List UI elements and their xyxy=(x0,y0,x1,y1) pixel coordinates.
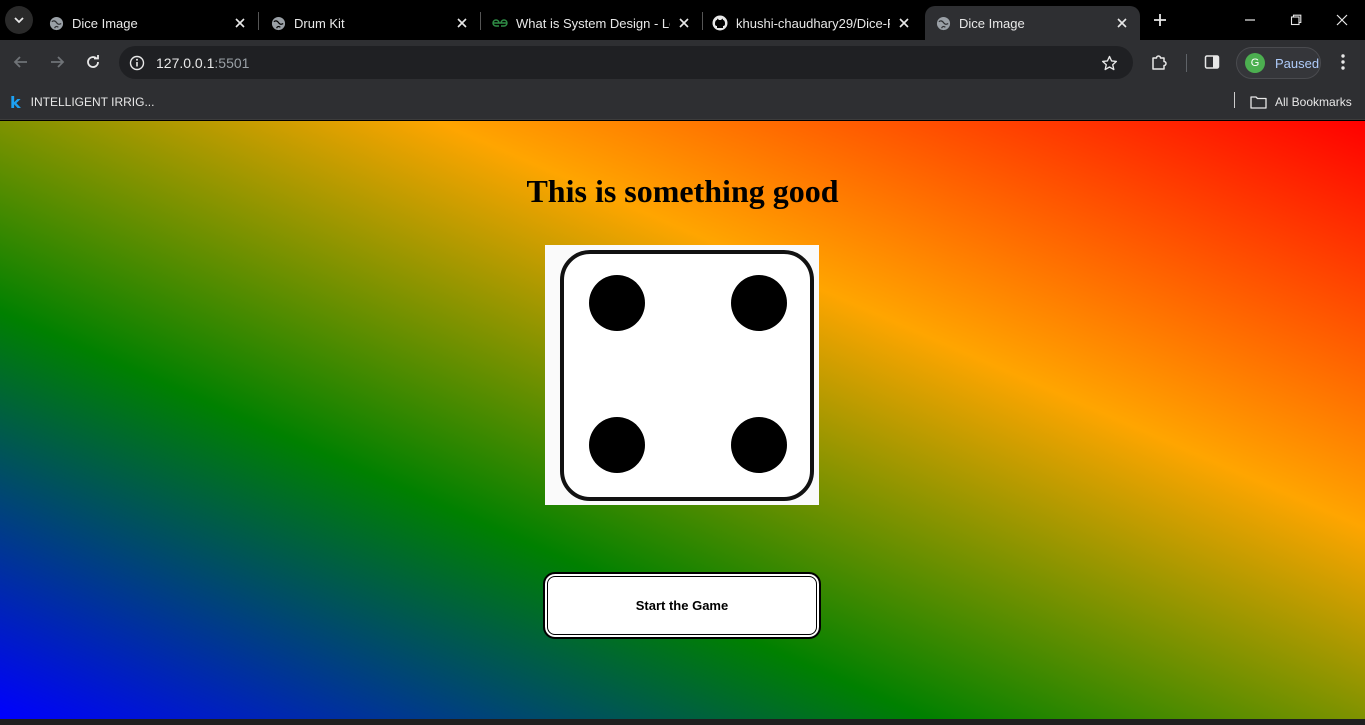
all-bookmarks-button[interactable]: All Bookmarks xyxy=(1250,92,1352,112)
page-heading: This is something good xyxy=(526,173,839,209)
site-info-icon[interactable] xyxy=(127,53,147,73)
k-logo-icon: k xyxy=(10,92,21,112)
menu-button[interactable] xyxy=(1332,51,1354,73)
bookmark-star-icon[interactable] xyxy=(1099,53,1119,73)
reload-button[interactable] xyxy=(81,50,105,74)
tab-drum-kit[interactable]: Drum Kit xyxy=(260,6,480,40)
tab-search-button[interactable] xyxy=(5,6,33,34)
reload-icon xyxy=(87,55,99,68)
plus-icon xyxy=(1154,14,1166,26)
url-host: 127.0.0.1 xyxy=(156,55,215,71)
avatar: G xyxy=(1245,53,1265,73)
side-panel-icon xyxy=(1204,55,1220,69)
side-panel-button[interactable] xyxy=(1201,51,1223,73)
bookmark-label: INTELLIGENT IRRIG... xyxy=(30,95,155,109)
close-icon[interactable] xyxy=(1114,15,1130,31)
chevron-down-icon xyxy=(14,17,24,24)
kebab-menu-icon xyxy=(1341,54,1345,70)
new-tab-button[interactable] xyxy=(1148,8,1172,32)
tab-separator xyxy=(480,12,481,30)
tab-title: Dice Image xyxy=(72,15,138,31)
dice-four-face-icon xyxy=(560,250,814,501)
bookmark-intelligent-irrigation[interactable]: k INTELLIGENT IRRIG... xyxy=(10,92,154,112)
profile-status-label: Paused xyxy=(1275,55,1320,71)
globe-icon xyxy=(935,15,951,31)
restore-icon xyxy=(1290,14,1302,26)
url-port: :5501 xyxy=(214,55,250,71)
url-text[interactable]: 127.0.0.1:5501 xyxy=(156,55,249,71)
restore-button[interactable] xyxy=(1284,8,1308,32)
minimize-button[interactable] xyxy=(1238,8,1262,32)
folder-icon xyxy=(1250,95,1267,109)
geeksforgeeks-icon xyxy=(492,15,508,31)
minimize-icon xyxy=(1245,19,1255,21)
tab-strip: Dice Image Drum Kit What is System Desig… xyxy=(0,0,1365,40)
globe-icon xyxy=(270,15,286,31)
tab-dice-image-active[interactable]: Dice Image xyxy=(925,6,1140,40)
bookmarks-separator xyxy=(1234,92,1235,108)
tab-title: Dice Image xyxy=(959,15,1025,31)
arrow-left-icon xyxy=(13,56,27,68)
github-icon xyxy=(712,15,728,31)
close-icon xyxy=(1336,14,1348,26)
tab-github-repo[interactable]: khushi-chaudhary29/Dice-Ro xyxy=(702,6,922,40)
dice-image xyxy=(545,245,819,505)
taskbar-edge xyxy=(0,719,1365,725)
puzzle-icon xyxy=(1152,55,1167,70)
bookmarks-bar: k INTELLIGENT IRRIG... All Bookmarks xyxy=(0,85,1365,120)
all-bookmarks-label: All Bookmarks xyxy=(1275,95,1352,109)
forward-button[interactable] xyxy=(45,50,69,74)
arrow-right-icon xyxy=(51,56,65,68)
tab-system-design[interactable]: What is System Design - Lea xyxy=(482,6,702,40)
tab-separator xyxy=(258,12,259,30)
browser-toolbar: 127.0.0.1:5501 G Paused xyxy=(0,40,1365,85)
start-game-button[interactable]: Start the Game xyxy=(543,572,821,639)
close-icon[interactable] xyxy=(232,15,248,31)
close-icon[interactable] xyxy=(454,15,470,31)
close-icon[interactable] xyxy=(676,15,692,31)
toolbar-divider xyxy=(1186,54,1187,72)
tab-title: Drum Kit xyxy=(294,15,345,31)
tab-title: khushi-chaudhary29/Dice-Ro xyxy=(736,15,890,31)
close-window-button[interactable] xyxy=(1330,8,1354,32)
close-icon[interactable] xyxy=(896,15,912,31)
globe-icon xyxy=(48,15,64,31)
profile-button[interactable]: G Paused xyxy=(1236,47,1321,79)
address-bar[interactable]: 127.0.0.1:5501 xyxy=(119,46,1133,79)
back-button[interactable] xyxy=(9,50,33,74)
tab-title: What is System Design - Lea xyxy=(516,15,670,31)
tab-dice-image-1[interactable]: Dice Image xyxy=(38,6,258,40)
page-viewport: This is something good Start the Game xyxy=(0,121,1365,719)
extensions-button[interactable] xyxy=(1148,51,1170,73)
